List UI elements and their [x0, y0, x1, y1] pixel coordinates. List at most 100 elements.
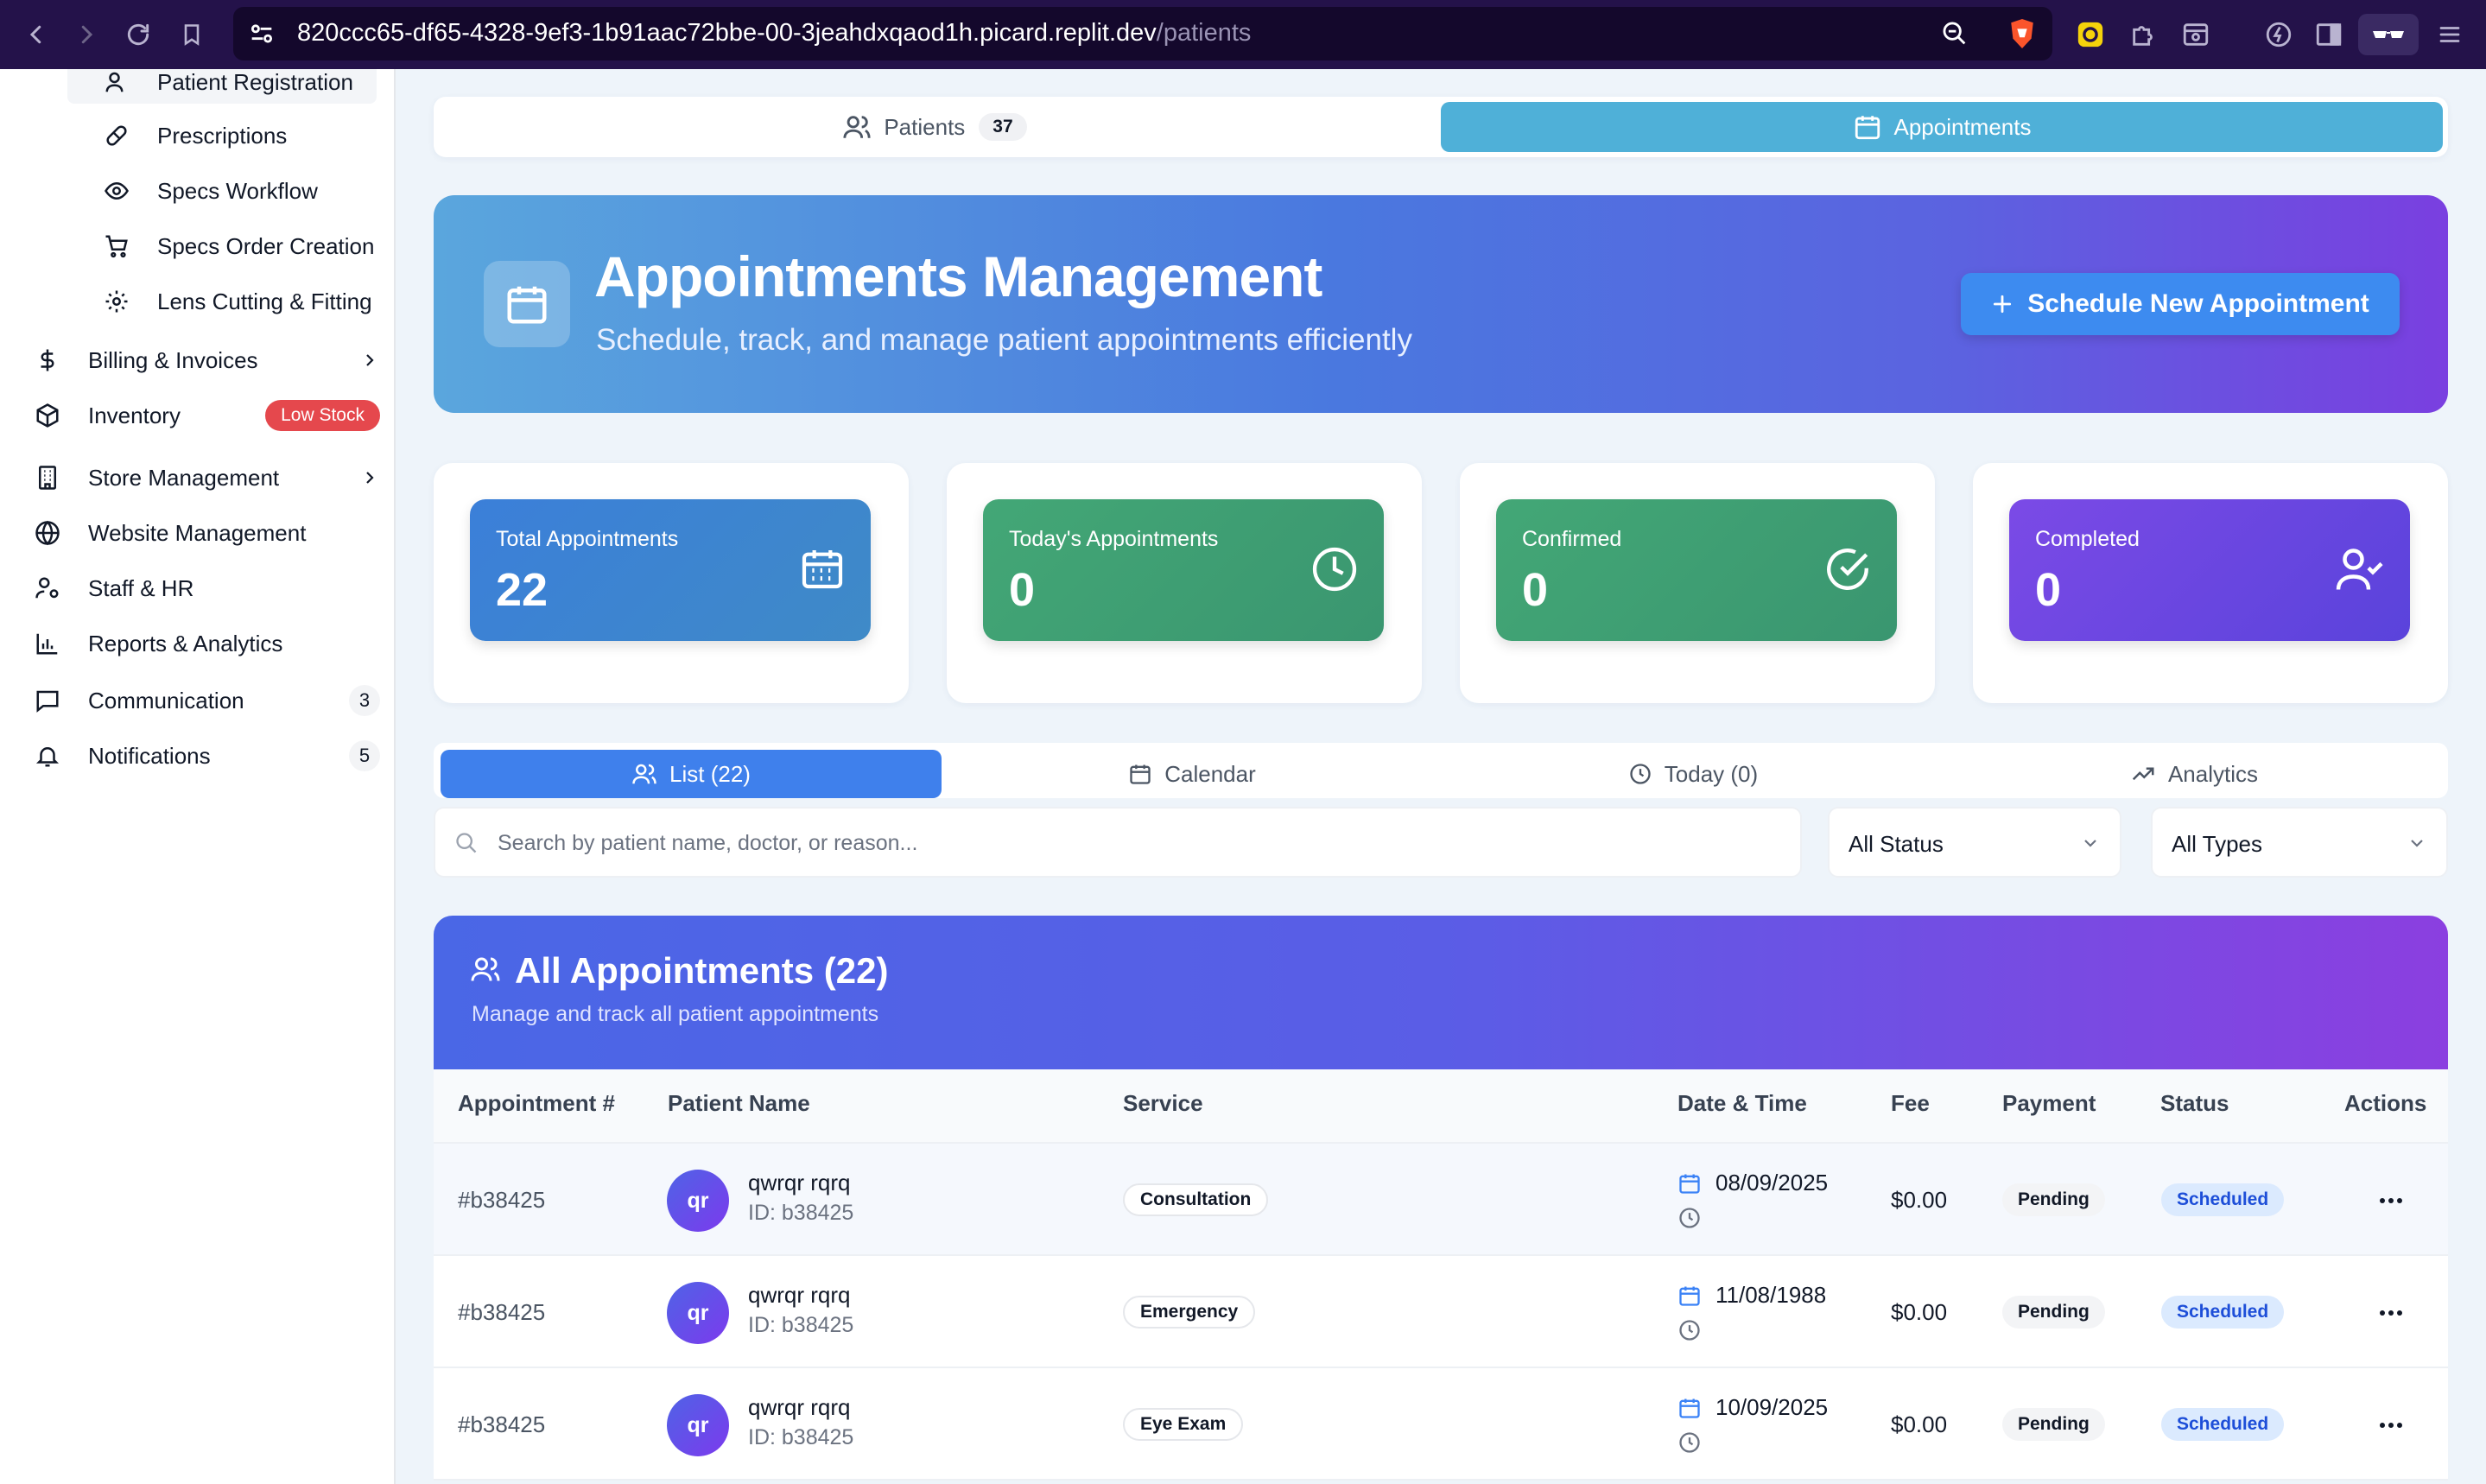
patients-count-badge: 37 [979, 113, 1027, 141]
sidebar-toggle-icon[interactable] [2312, 17, 2346, 52]
search-input[interactable]: Search by patient name, doctor, or reaso… [434, 807, 1802, 878]
sidebar-item-label: Reports & Analytics [88, 630, 283, 656]
calendar-icon [1677, 1396, 1702, 1420]
sidebar-item-inventory[interactable]: Inventory Low Stock [33, 390, 380, 441]
view-tab-bar: List (22) Calendar Today (0) Analytics [434, 743, 2448, 798]
status-badge: Scheduled [2161, 1408, 2285, 1441]
reload-icon[interactable] [121, 17, 155, 52]
column-header: Service [1123, 1090, 1203, 1116]
sidebar-item-label: Billing & Invoices [88, 346, 258, 373]
back-icon[interactable] [19, 17, 54, 52]
status-badge: Scheduled [2161, 1296, 2285, 1329]
tab-calendar[interactable]: Calendar [942, 750, 1443, 798]
tab-analytics[interactable]: Analytics [1944, 750, 2445, 798]
sidebar-item-specs-order-creation[interactable]: Specs Order Creation [102, 221, 380, 271]
sidebar-item-specs-workflow[interactable]: Specs Workflow [102, 166, 318, 216]
tab-list[interactable]: List (22) [441, 750, 942, 798]
zoom-icon[interactable] [1940, 19, 1969, 48]
schedule-new-appointment-button[interactable]: Schedule New Appointment [1961, 273, 2400, 335]
sidebar-item-label: Store Management [88, 464, 280, 491]
table-subtitle: Manage and track all patient appointment… [472, 1002, 879, 1026]
sidebar-item-patient-registration[interactable]: Patient Registration [102, 69, 353, 104]
clock-icon [1677, 1430, 1702, 1455]
stat-value: 0 [2035, 564, 2062, 616]
clock-icon [1628, 762, 1665, 786]
sidebar-item-lens-cutting[interactable]: Lens Cutting & Fitting [102, 276, 380, 327]
site-settings-icon[interactable] [247, 19, 276, 48]
sidebar-item-notifications[interactable]: Notifications 5 [33, 731, 380, 781]
sidebar-item-label: Notifications [88, 742, 211, 769]
table-row[interactable]: #b38425 qr qwrqr rqrq ID: b38425 Emergen… [434, 1256, 2448, 1368]
more-actions-button[interactable] [2369, 1291, 2413, 1335]
tab-label: List (22) [669, 760, 751, 787]
column-header: Fee [1891, 1090, 1930, 1116]
calendar-icon [1677, 1284, 1702, 1308]
sidebar-item-store-management[interactable]: Store Management [33, 453, 380, 503]
more-horizontal-icon [2379, 1422, 2403, 1429]
page-title: Appointments Management [594, 244, 1322, 308]
eye-icon [102, 176, 131, 206]
status-filter-select[interactable]: All Status [1828, 807, 2121, 878]
count-badge: 5 [349, 740, 380, 771]
low-stock-badge: Low Stock [265, 400, 380, 431]
top-tab-bar: Patients 37 Appointments [434, 97, 2448, 157]
sidebar-item-billing[interactable]: Billing & Invoices [33, 335, 380, 385]
url-text: 820ccc65-df65-4328-9ef3-1b91aac72bbe-00-… [297, 19, 1252, 47]
appointment-number: #b38425 [458, 1299, 546, 1325]
forward-icon[interactable] [69, 17, 104, 52]
patient-id: ID: b38425 [748, 1201, 854, 1225]
gear-icon [102, 287, 131, 316]
tab-today[interactable]: Today (0) [1443, 750, 1944, 798]
tab-patients[interactable]: Patients 37 [434, 97, 1436, 157]
avatar: qr [667, 1394, 729, 1456]
table-title: All Appointments (22) [515, 950, 889, 991]
trend-icon [2130, 761, 2168, 787]
user-cog-icon [33, 574, 62, 603]
sidebar-item-prescriptions[interactable]: Prescriptions [102, 111, 287, 161]
address-bar[interactable]: 820ccc65-df65-4328-9ef3-1b91aac72bbe-00-… [233, 7, 2052, 60]
sidebar-item-communication[interactable]: Communication 3 [33, 675, 380, 726]
tab-label: Calendar [1164, 760, 1256, 787]
type-filter-select[interactable]: All Types [2151, 807, 2448, 878]
bell-icon [33, 741, 62, 771]
stat-label: Today's Appointments [1009, 527, 1219, 551]
stat-label: Total Appointments [496, 527, 679, 551]
more-actions-button[interactable] [2369, 1403, 2413, 1448]
chevron-down-icon [2080, 833, 2101, 853]
type-filter-value: All Types [2172, 831, 2263, 857]
appointment-date: 08/09/2025 [1715, 1170, 1829, 1195]
user-icon [102, 69, 131, 97]
menu-icon[interactable] [2432, 17, 2467, 52]
leo-ai-icon[interactable] [2261, 17, 2296, 52]
bookmark-icon[interactable] [174, 17, 209, 52]
sidebar: Patient Registration Prescriptions Specs… [0, 69, 396, 1484]
private-window-icon[interactable] [2358, 14, 2419, 55]
building-icon [33, 463, 62, 492]
clock-icon [1310, 544, 1360, 594]
patient-id: ID: b38425 [748, 1313, 854, 1337]
more-actions-button[interactable] [2369, 1178, 2413, 1223]
sidebar-item-staff-hr[interactable]: Staff & HR [33, 563, 193, 613]
sidebar-item-label: Prescriptions [157, 122, 288, 149]
reader-mode-icon[interactable] [2178, 17, 2213, 52]
stat-label: Completed [2035, 527, 2140, 551]
patient-name: qwrqr rqrq [748, 1282, 851, 1308]
users-icon [631, 761, 669, 787]
table-header-banner: All Appointments (22) Manage and track a… [434, 916, 2448, 1069]
tab-appointments[interactable]: Appointments [1441, 102, 2443, 152]
column-header: Date & Time [1677, 1090, 1807, 1116]
tab-label: Appointments [1893, 113, 2032, 140]
sidebar-item-website-management[interactable]: Website Management [33, 508, 306, 558]
brave-shield-icon[interactable] [2007, 17, 2037, 50]
table-row[interactable]: #b38425 qr qwrqr rqrq ID: b38425 Eye Exa… [434, 1368, 2448, 1481]
table-row[interactable]: #b38425 qr qwrqr rqrq ID: b38425 Consult… [434, 1144, 2448, 1256]
calendar-icon [1128, 762, 1164, 786]
extensions-puzzle-icon[interactable] [2127, 17, 2161, 52]
stat-card-confirmed: Confirmed 0 [1460, 463, 1935, 703]
appointment-date: 11/08/1988 [1715, 1282, 1827, 1308]
user-check-icon [2334, 544, 2386, 596]
sidebar-item-reports[interactable]: Reports & Analytics [33, 618, 282, 669]
extension-yellow-icon[interactable] [2073, 17, 2108, 52]
sidebar-item-label: Staff & HR [88, 574, 194, 601]
cart-icon [102, 231, 131, 261]
